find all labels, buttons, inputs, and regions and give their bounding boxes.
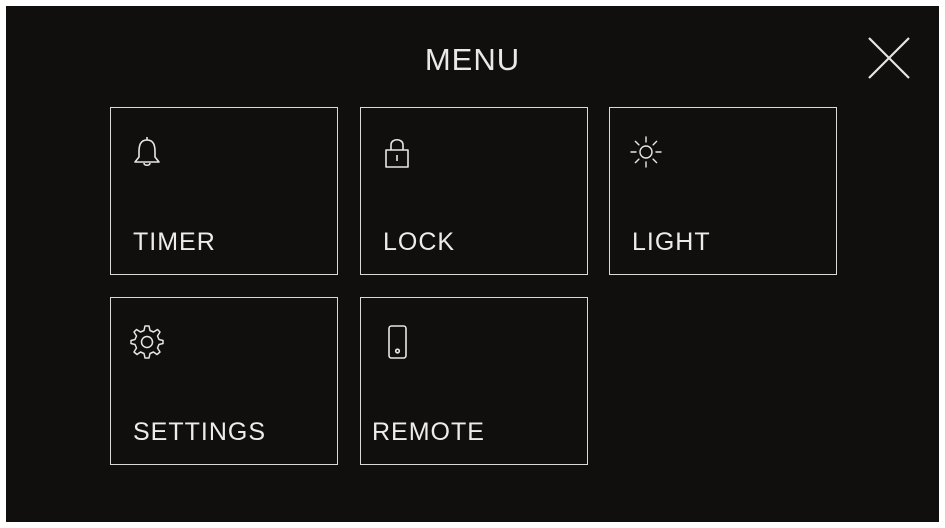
tile-light[interactable]: LIGHT <box>609 107 837 275</box>
tile-label: REMOTE <box>372 418 485 446</box>
tile-label: TIMER <box>133 228 216 256</box>
page-title: MENU <box>424 42 521 77</box>
close-button[interactable] <box>863 32 915 84</box>
bell-icon <box>127 132 167 172</box>
tile-label: SETTINGS <box>133 418 267 446</box>
tile-remote[interactable]: REMOTE <box>360 297 588 465</box>
tile-lock[interactable]: LOCK <box>360 107 588 275</box>
close-icon <box>868 37 910 79</box>
gear-icon <box>127 322 167 362</box>
phone-icon <box>377 322 417 362</box>
sun-icon <box>626 132 666 172</box>
tile-timer[interactable]: TIMER <box>110 107 338 275</box>
menu-screen: MENU TIMER LOCK LIGHT SETTINGS REMOTE <box>6 6 939 522</box>
tile-settings[interactable]: SETTINGS <box>110 297 338 465</box>
padlock-icon <box>377 132 417 172</box>
tile-label: LIGHT <box>632 228 711 256</box>
tile-label: LOCK <box>383 228 456 256</box>
